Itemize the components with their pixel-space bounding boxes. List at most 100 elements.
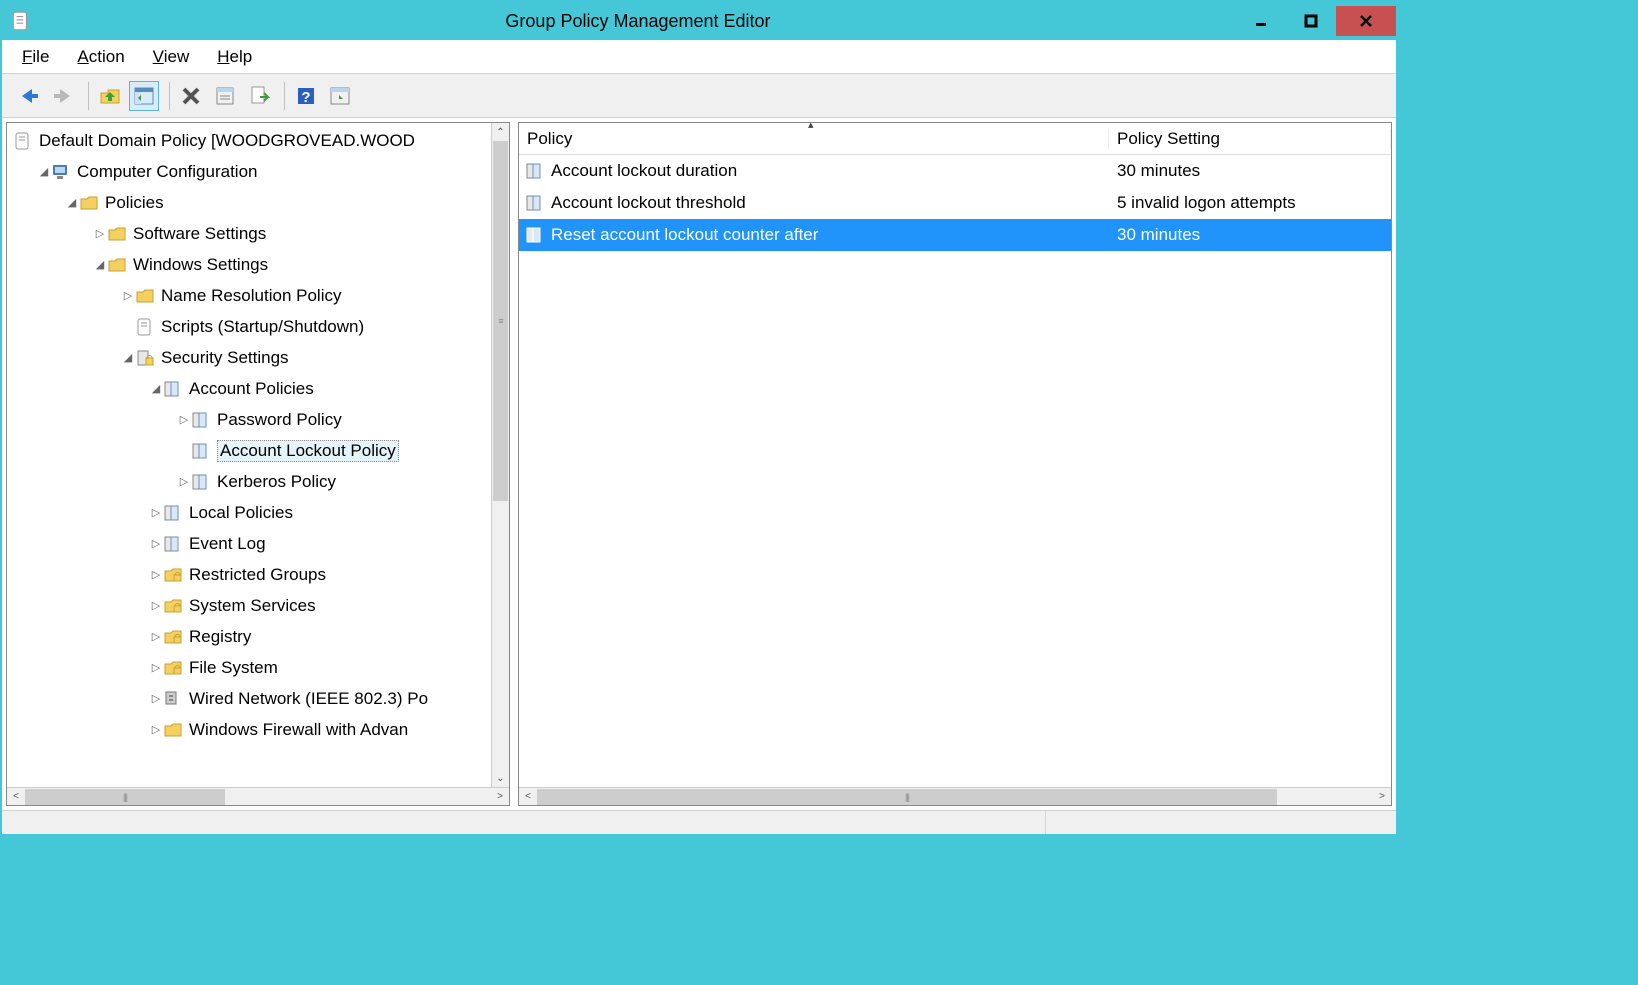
network-icon [163,689,183,709]
folder-icon [107,224,127,244]
expand-icon[interactable]: ▷ [149,661,163,674]
tree-windows-settings[interactable]: ◢Windows Settings [7,249,491,280]
expand-icon[interactable]: ▷ [149,630,163,643]
menu-action[interactable]: Action [77,47,124,67]
toolbar-separator [284,82,285,110]
filter-button[interactable] [325,81,355,111]
scroll-up-icon[interactable]: ⌃ [492,123,509,141]
policy-icon [191,441,211,461]
expand-icon[interactable]: ▷ [149,506,163,519]
tree-pane: Default Domain Policy [WOODGROVEAD.WOOD … [6,122,510,806]
scroll-left-icon[interactable]: < [7,791,25,802]
column-header-setting[interactable]: Policy Setting [1109,129,1391,149]
policy-item-icon [525,193,545,213]
expand-icon[interactable]: ▷ [93,227,107,240]
scroll-icon [135,317,155,337]
policy-icon [163,534,183,554]
expand-icon[interactable]: ▷ [177,413,191,426]
folder-icon [163,720,183,740]
folder-lock-icon [163,658,183,678]
collapse-icon[interactable]: ◢ [149,382,163,395]
tree-name-resolution[interactable]: ▷Name Resolution Policy [7,280,491,311]
status-cell [1046,811,1396,834]
close-button[interactable] [1336,6,1396,36]
tree-account-policies[interactable]: ◢Account Policies [7,373,491,404]
tree-policies[interactable]: ◢Policies [7,187,491,218]
titlebar[interactable]: Group Policy Management Editor [2,2,1396,40]
tree-security-settings[interactable]: ◢Security Settings [7,342,491,373]
scroll-right-icon[interactable]: > [1373,791,1391,802]
expand-icon[interactable]: ▷ [121,289,135,302]
scroll-left-icon[interactable]: < [519,791,537,802]
list-body[interactable]: Account lockout duration 30 minutes Acco… [519,155,1391,787]
collapse-icon[interactable]: ◢ [121,351,135,364]
export-list-button[interactable] [244,81,274,111]
toolbar-separator [88,82,89,110]
folder-icon [79,193,99,213]
menu-help[interactable]: Help [217,47,252,67]
statusbar [2,810,1396,834]
svg-text:?: ? [301,89,310,106]
tree-registry[interactable]: ▷Registry [7,621,491,652]
tree-computer-config[interactable]: ◢Computer Configuration [7,156,491,187]
up-button[interactable] [95,81,125,111]
toolbar: ? [2,74,1396,118]
tree-scripts[interactable]: Scripts (Startup/Shutdown) [7,311,491,342]
list-pane: Policy Policy Setting Account lockout du… [518,122,1392,806]
tree-kerberos-policy[interactable]: ▷Kerberos Policy [7,466,491,497]
policy-icon [163,379,183,399]
tree-event-log[interactable]: ▷Event Log [7,528,491,559]
policy-item-icon [525,225,545,245]
expand-icon[interactable]: ▷ [149,537,163,550]
list-row[interactable]: Account lockout threshold 5 invalid logo… [519,187,1391,219]
folder-icon [135,286,155,306]
column-header-policy[interactable]: Policy [519,129,1109,149]
expand-icon[interactable]: ▷ [149,692,163,705]
delete-button[interactable] [176,81,206,111]
tree-account-lockout-policy[interactable]: Account Lockout Policy [7,435,491,466]
tree-software-settings[interactable]: ▷Software Settings [7,218,491,249]
tree-root[interactable]: Default Domain Policy [WOODGROVEAD.WOOD [7,125,491,156]
folder-icon [107,255,127,275]
expand-icon[interactable]: ▷ [177,475,191,488]
list-row-selected[interactable]: Reset account lockout counter after 30 m… [519,219,1391,251]
content-area: Default Domain Policy [WOODGROVEAD.WOOD … [2,118,1396,810]
collapse-icon[interactable]: ◢ [37,165,51,178]
minimize-button[interactable] [1236,6,1286,36]
collapse-icon[interactable]: ◢ [65,196,79,209]
security-icon [135,348,155,368]
expand-icon[interactable]: ▷ [149,723,163,736]
tree-vertical-scrollbar[interactable]: ⌃ ≡ ⌄ [491,123,509,787]
tree-restricted-groups[interactable]: ▷Restricted Groups [7,559,491,590]
tree-horizontal-scrollbar[interactable]: < ||| > [7,787,509,805]
tree-wired-network[interactable]: ▷Wired Network (IEEE 802.3) Po [7,683,491,714]
folder-lock-icon [163,627,183,647]
tree-password-policy[interactable]: ▷Password Policy [7,404,491,435]
tree-system-services[interactable]: ▷System Services [7,590,491,621]
help-button[interactable]: ? [291,81,321,111]
menu-view[interactable]: View [153,47,190,67]
expand-icon[interactable]: ▷ [149,568,163,581]
policy-tree[interactable]: Default Domain Policy [WOODGROVEAD.WOOD … [7,123,491,787]
maximize-button[interactable] [1286,6,1336,36]
scroll-right-icon[interactable]: > [491,791,509,802]
tree-local-policies[interactable]: ▷Local Policies [7,497,491,528]
list-row[interactable]: Account lockout duration 30 minutes [519,155,1391,187]
properties-button[interactable] [210,81,240,111]
forward-button[interactable] [48,81,78,111]
back-button[interactable] [14,81,44,111]
policy-item-icon [525,161,545,181]
computer-icon [51,162,71,182]
folder-lock-icon [163,596,183,616]
show-hide-tree-button[interactable] [129,81,159,111]
policy-icon [191,472,211,492]
app-icon [10,10,32,32]
collapse-icon[interactable]: ◢ [93,258,107,271]
menu-file[interactable]: File [22,47,49,67]
tree-windows-firewall[interactable]: ▷Windows Firewall with Advan [7,714,491,745]
expand-icon[interactable]: ▷ [149,599,163,612]
list-horizontal-scrollbar[interactable]: < ||| > [519,787,1391,805]
app-window: Group Policy Management Editor File Acti… [0,0,1398,836]
tree-file-system[interactable]: ▷File System [7,652,491,683]
scroll-down-icon[interactable]: ⌄ [492,769,509,787]
